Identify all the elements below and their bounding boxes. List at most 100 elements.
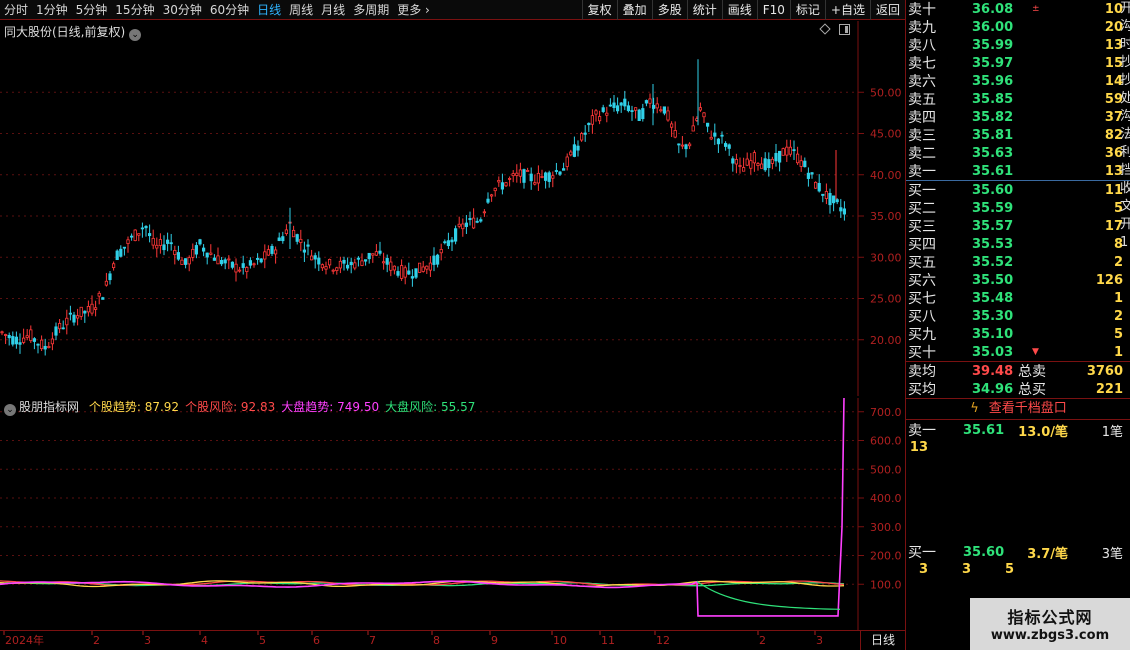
panel-toggle-icon[interactable] (839, 24, 850, 35)
bid-row[interactable]: 买七 35.48 1 (908, 289, 1123, 308)
bid-row[interactable]: 买一 35.60 11 (908, 181, 1123, 200)
candle-body (425, 265, 429, 270)
chevron-down-icon[interactable]: ⌄ (129, 29, 142, 41)
candle-body (183, 258, 188, 265)
bid-volume: 8 (1113, 236, 1123, 252)
candle-body (713, 132, 717, 137)
ask-price: 35.99 (972, 37, 1014, 53)
ask-price: 35.61 (972, 163, 1014, 179)
ask-row[interactable]: 卖六 35.96 14 (908, 72, 1123, 91)
candle-body (291, 229, 296, 238)
candle-body (342, 259, 346, 264)
candle-body (529, 173, 533, 182)
toolbar-action-0[interactable]: 复权 (581, 0, 617, 20)
period-tab-2[interactable]: 5分钟 (72, 0, 112, 20)
period-label[interactable]: 日线 (860, 631, 905, 650)
candle-body (29, 329, 33, 342)
side-panel-text: 开沟时抄抄处沟法利挡收文开1 (1120, 1, 1130, 250)
candle-body (734, 159, 739, 165)
bid-row[interactable]: 买二 35.59 5 (908, 199, 1123, 218)
bid-row[interactable]: 买八 35.30 2 (908, 307, 1123, 326)
x-tick-label: 2 (93, 634, 100, 647)
candle-body (205, 252, 209, 258)
candle-body (86, 306, 90, 313)
candle-body (212, 257, 216, 261)
bid-row[interactable]: 买十 35.03 ▼ 1 (908, 343, 1123, 362)
bid-row[interactable]: 买四 35.53 8 (908, 235, 1123, 254)
ask-row[interactable]: 卖七 35.97 15 (908, 54, 1123, 73)
candle-body (72, 314, 76, 323)
candle-body (399, 265, 404, 279)
x-tick-label: 11 (601, 634, 615, 647)
bid-row[interactable]: 买九 35.10 5 (908, 325, 1123, 344)
period-tab-3[interactable]: 15分钟 (111, 0, 158, 20)
bid-row[interactable]: 买五 35.52 2 (908, 253, 1123, 272)
period-tab-4[interactable]: 30分钟 (159, 0, 206, 20)
candlestick-chart[interactable]: 50.00 45.00 40.00 35.00 30.00 25.00 20.00 同大股份… (0, 21, 905, 396)
ask-row[interactable]: 卖二 35.63 36 (908, 144, 1123, 163)
period-tab-5[interactable]: 60分钟 (206, 0, 253, 20)
ask-row[interactable]: 卖四 35.82 37 (908, 108, 1123, 127)
candle-body (428, 262, 433, 271)
level-depth-button[interactable]: ϟ 查看千档盘口 (906, 399, 1130, 419)
bid1-detail-row[interactable]: 买一 35.60 3.7/笔 3笔 (908, 542, 1123, 562)
candle-body (752, 152, 757, 164)
ask-row[interactable]: 卖五 35.85 59 (908, 90, 1123, 109)
x-tick-label: 3 (816, 634, 823, 647)
bid-price: 35.52 (972, 254, 1014, 270)
period-tab-8[interactable]: 月线 (317, 0, 349, 20)
candle-body (241, 263, 245, 268)
ask-row[interactable]: 卖一 35.61 13 (908, 162, 1123, 181)
x-tick-label: 9 (491, 634, 498, 647)
period-tab-10[interactable]: 更多 › (393, 0, 434, 20)
candle-body (590, 115, 595, 125)
summary-volume: 3760 (1086, 363, 1123, 379)
period-tab-6[interactable]: 日线 (253, 0, 285, 20)
candle-body (313, 255, 317, 260)
toolbar-action-2[interactable]: 多股 (651, 0, 687, 20)
bid-row[interactable]: 买六 35.50 126 (908, 271, 1123, 290)
ask-row[interactable]: 卖三 35.81 82 (908, 126, 1123, 145)
period-tab-7[interactable]: 周线 (285, 0, 317, 20)
ask-row[interactable]: 卖九 36.00 20 (908, 18, 1123, 37)
period-tab-9[interactable]: 多周期 (349, 0, 393, 20)
ask-price: 36.08 (972, 1, 1014, 17)
toolbar-action-3[interactable]: 统计 (686, 0, 722, 20)
candle-body (540, 176, 544, 178)
ask-label: 卖八 (908, 38, 936, 54)
chevron-down-icon[interactable]: ⌄ (4, 404, 16, 416)
candle-body (61, 327, 65, 330)
ask-volume: 59 (1104, 91, 1123, 107)
candle-body (839, 207, 843, 212)
ask-row[interactable]: 卖八 35.99 13 (908, 36, 1123, 55)
toolbar-action-4[interactable]: 画线 (721, 0, 757, 20)
indicator-chart[interactable]: 700.0 600.0 500.0 400.0 300.0 200.0 100.0 (0, 398, 905, 630)
ask1-detail-row[interactable]: 卖一 35.61 13.0/笔 1笔 (908, 420, 1123, 440)
candle-body (598, 116, 602, 122)
candle-body (227, 258, 231, 261)
candle-body (115, 250, 119, 261)
toolbar-action-1[interactable]: 叠加 (616, 0, 652, 20)
period-tab-1[interactable]: 1分钟 (32, 0, 72, 20)
ask-label: 卖七 (908, 56, 936, 72)
divider (906, 398, 1130, 399)
summary-row: 买均 34.96 总买 221 (908, 380, 1123, 399)
candle-body (680, 144, 685, 147)
bid-mark: ▼ (1032, 347, 1039, 357)
candle-body (169, 242, 173, 245)
toolbar-action-7[interactable]: +自选 (824, 0, 870, 20)
ask-volume: 37 (1104, 109, 1123, 125)
candle-body (173, 249, 177, 255)
candlestick-svg[interactable]: 50.00 45.00 40.00 35.00 30.00 25.00 20.00 (0, 21, 905, 396)
bid-row[interactable]: 买三 35.57 17 (908, 217, 1123, 236)
summary-volume: 221 (1095, 381, 1123, 397)
toolbar-action-8[interactable]: 返回 (869, 0, 905, 20)
candle-body (691, 125, 695, 132)
candle-body (605, 112, 609, 116)
candle-body (58, 323, 62, 330)
legend-item-3: 大盘风险: 55.57 (385, 400, 476, 414)
toolbar-action-5[interactable]: F10 (756, 0, 790, 20)
ask-row[interactable]: 卖十 36.08 ±10 (908, 0, 1123, 19)
toolbar-action-6[interactable]: 标记 (789, 0, 825, 20)
period-tab-0[interactable]: 分时 (0, 0, 32, 20)
